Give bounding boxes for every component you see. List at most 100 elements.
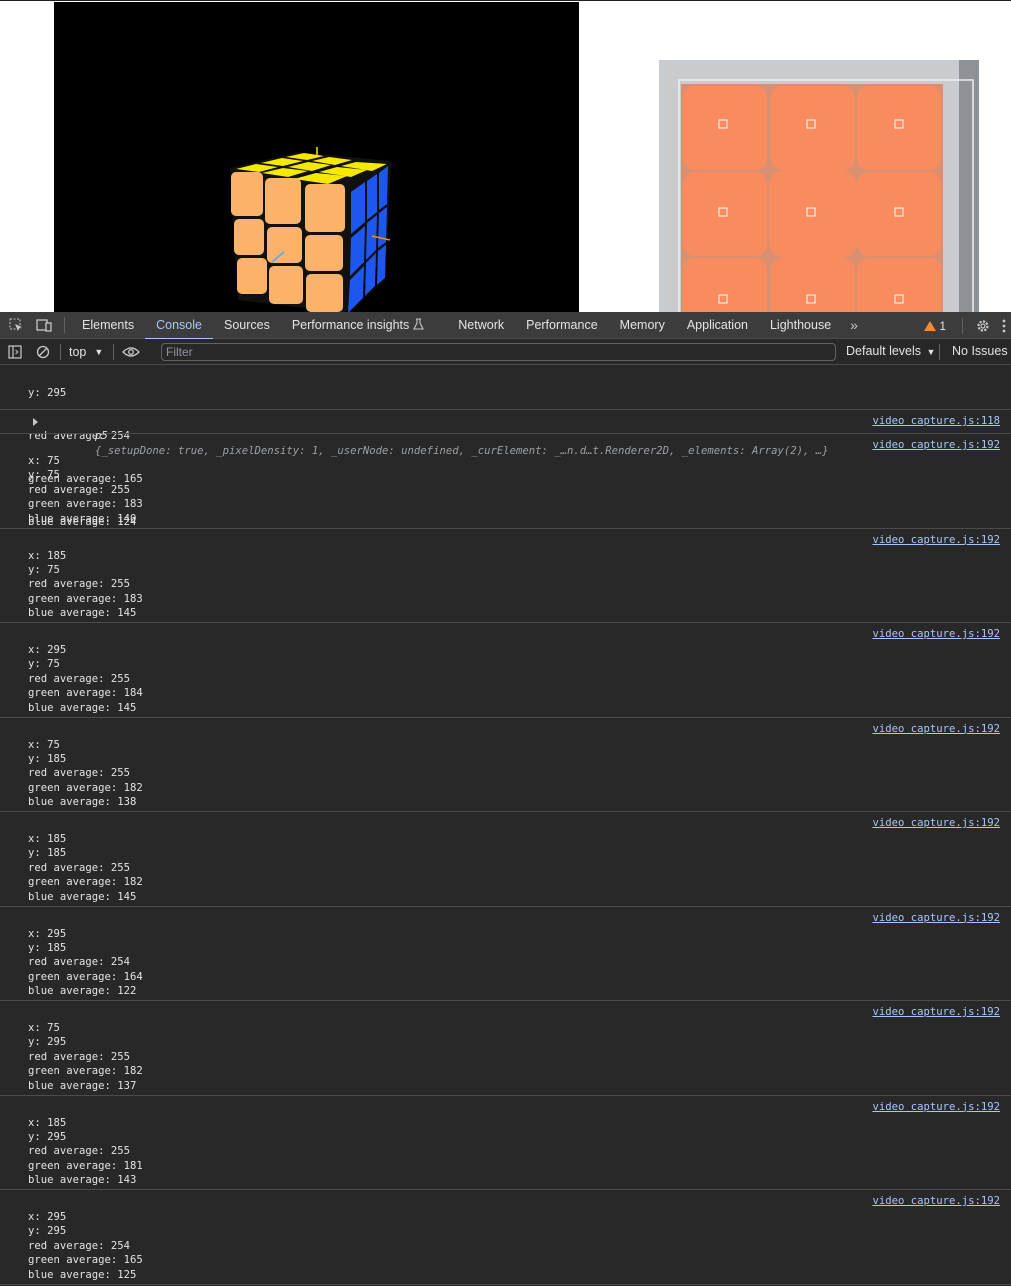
log-line-x: x: 185 [28,832,143,846]
log-line-label: x: [28,833,48,845]
source-link[interactable]: video capture.js:118 [872,414,1000,428]
source-link[interactable]: video capture.js:192 [872,722,1000,736]
log-text: x: 75 y: 185 red average: 255 green average… [28,738,143,810]
live-expression-eye-icon[interactable] [118,338,144,365]
log-line-label: blue average: [28,701,118,714]
log-line-value: 185 [47,1116,67,1129]
settings-gear-icon[interactable] [969,312,997,339]
source-link[interactable]: video capture.js:192 [872,1005,1000,1019]
log-line-y: y: 75 [28,468,143,482]
log-line-value: 75 [47,469,60,482]
webcam-video-feed [659,60,979,312]
tab-performance-insights[interactable]: Performance insights [281,312,435,339]
source-link[interactable]: video capture.js:192 [872,1100,1000,1114]
log-line-red: red average: 255 [28,577,143,591]
clear-console-icon[interactable] [30,338,56,365]
log-line-blue: blue average: 143 [28,1173,143,1187]
log-line-label: x: [28,644,48,656]
inspect-element-icon[interactable] [2,312,30,339]
log-line-label: red average: [28,1239,111,1252]
tab-separator [64,317,65,333]
toolbar-separator [113,343,115,360]
log-line-value: 75 [47,738,60,751]
expand-triangle-icon[interactable] [33,418,38,426]
tab-memory[interactable]: Memory [609,312,676,339]
console-message-object[interactable]: p5 {_setupDone: true, _pixelDensity: 1, … [0,410,1011,457]
console-message-log: video capture.js:192 x: 295 y: 295 red aver… [0,1190,1011,1285]
tab-elements[interactable]: Elements [71,312,145,339]
tab-performance[interactable]: Performance [515,312,609,339]
sidebar-toggle-icon[interactable] [0,338,30,365]
flask-icon [413,317,425,333]
source-link[interactable]: video capture.js:192 [872,438,1000,452]
log-line-green: green average: 182 [28,1064,143,1078]
more-tabs-icon[interactable]: » [842,317,866,333]
tab-application[interactable]: Application [676,312,759,339]
console-messages: y: 295 red average: 254 green average: 1… [0,365,1011,1286]
log-line-blue: blue average: 145 [28,890,143,904]
source-link[interactable]: video capture.js:192 [872,911,1000,925]
log-line-value: 295 [47,927,67,940]
log-line-blue: blue average: 138 [28,795,143,809]
source-link[interactable]: video capture.js:192 [872,627,1000,641]
tab-console[interactable]: Console [145,312,213,340]
source-link[interactable]: video capture.js:192 [872,1194,1000,1208]
console-message-log: video capture.js:192 x: 295 y: 75 red avera… [0,623,1011,718]
tab-performance-insights-label: Performance insights [291,318,410,332]
console-filter-input[interactable] [161,343,836,361]
log-line-label: green average: [28,1065,124,1078]
log-line-red: red average: 255 [28,483,143,497]
log-line-label: blue average: [28,1268,118,1281]
log-line-x: x: 75 [28,738,143,752]
log-levels-dropdown[interactable]: Default levels ▼ [846,344,935,358]
source-link[interactable]: video capture.js:192 [872,533,1000,547]
log-line-value: 255 [110,861,131,874]
console-message-log: video capture.js:192 x: 295 y: 185 red aver… [0,907,1011,1001]
log-line-green: green average: 182 [28,875,143,889]
log-line-label: green average: [28,781,124,794]
context-label: top [69,344,87,359]
log-line-label: blue average: [28,1174,118,1187]
log-line-label: blue average: [28,890,118,903]
tab-network[interactable]: Network [447,312,515,339]
log-line: y: 295 [28,386,67,399]
log-line-label: y: [28,1036,48,1049]
log-line-x: x: 295 [28,927,143,941]
log-line-blue: blue average: 145 [28,701,143,715]
camera-cube-face [659,60,979,312]
log-line-value: 138 [117,796,137,809]
log-line-value: 125 [117,1268,137,1281]
log-line-value: 295 [47,1130,67,1143]
kebab-menu-icon[interactable] [997,312,1011,339]
log-line-blue: blue average: 145 [28,606,143,620]
log-line-label: red average: [28,672,111,685]
context-selector[interactable]: top ▼ [63,345,109,359]
log-line-y: y: 185 [28,941,143,955]
log-text: x: 185 y: 185 red average: 255 green averag… [28,832,143,904]
log-line-y: y: 75 [28,563,143,577]
log-line-value: 295 [47,644,67,656]
log-line-value: 165 [123,1254,143,1267]
console-message-log: video capture.js:192 x: 185 y: 185 red aver… [0,812,1011,907]
log-line-value: 295 [47,1211,67,1223]
rubiks-cube-3d-canvas[interactable] [54,2,579,312]
tab-lighthouse[interactable]: Lighthouse [759,312,842,339]
warnings-counter[interactable]: 1 [914,319,956,333]
log-line-label: blue average: [28,796,118,809]
log-line-value: 183 [123,592,143,605]
log-line-x: x: 295 [28,1210,143,1224]
device-toolbar-icon[interactable] [30,312,58,339]
tab-sources[interactable]: Sources [213,312,281,339]
log-line-value: 183 [123,498,143,511]
log-line-value: 255 [110,483,131,496]
log-text: x: 75 y: 75 red average: 255 green average:… [28,454,143,526]
source-link[interactable]: video capture.js:192 [872,816,1000,830]
console-message-log: video capture.js:192 x: 75 y: 295 red avera… [0,1001,1011,1096]
log-line-value: 182 [123,781,143,794]
warning-count: 1 [939,318,946,333]
log-line-label: y: [28,941,48,954]
log-line-blue: blue average: 140 [28,512,143,526]
log-line-x: x: 185 [28,1116,143,1130]
issues-button[interactable]: No Issues [952,344,1008,358]
log-line-label: red average: [28,956,111,969]
